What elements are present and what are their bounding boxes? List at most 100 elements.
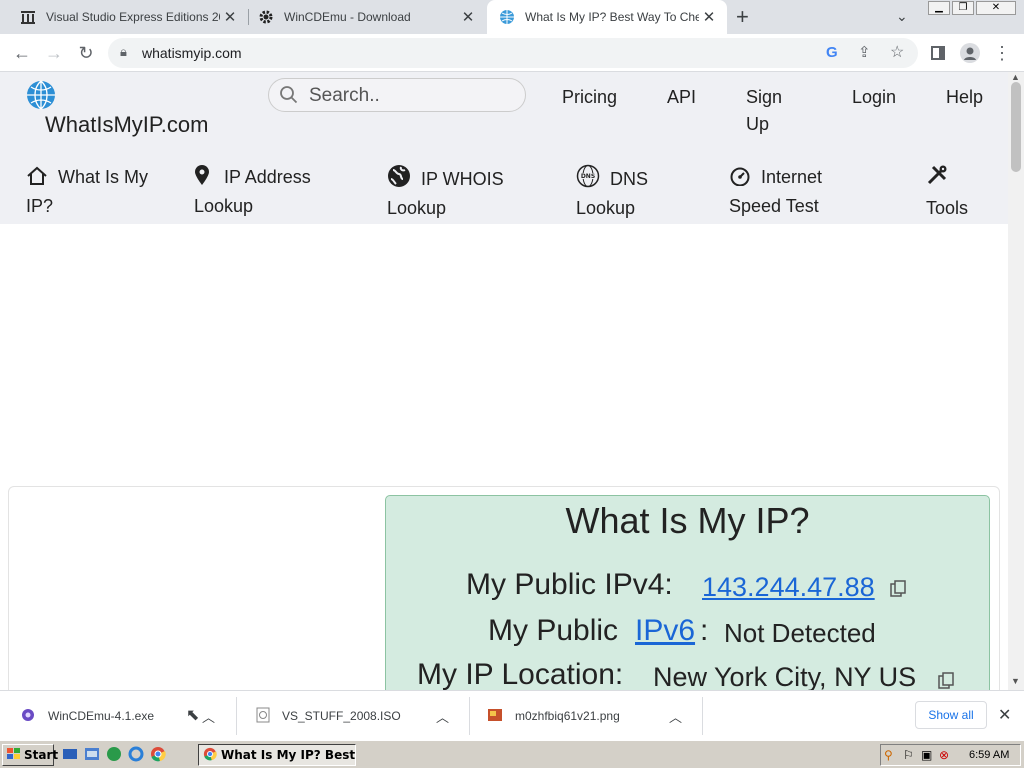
ip-heading: What Is My IP?: [565, 500, 810, 541]
back-arrow-icon[interactable]: ←: [8, 34, 36, 72]
nav-label: Tools: [926, 198, 969, 218]
clock[interactable]: 6:59 AM: [969, 749, 1009, 761]
minimize-icon[interactable]: ▁: [928, 1, 950, 15]
chrome-icon: [203, 747, 217, 764]
globe-icon: [387, 164, 411, 195]
explorer-icon[interactable]: [84, 746, 100, 767]
ipv6-label: My Public: [488, 614, 619, 647]
window-controls: ▁ ❐ ✕: [928, 1, 1018, 17]
download-bar: WinCDEmu-4.1.exe ⬉ ︿ VS_STUFF_2008.ISO ︿…: [0, 690, 1024, 740]
search-placeholder: Search..: [309, 85, 380, 106]
ip-info-box: What Is My IP? My Public IPv4: 143.244.4…: [385, 495, 990, 690]
chevron-up-icon[interactable]: ︿: [202, 707, 222, 726]
show-all-button[interactable]: Show all: [915, 701, 987, 729]
tab-visual-studio[interactable]: Visual Studio Express Editions 2008 ✕: [0, 0, 248, 34]
nav-internet-speed-test[interactable]: Internet Speed Test: [729, 164, 839, 219]
taskbar-window-chrome[interactable]: What Is My IP? Best...: [198, 744, 356, 766]
tab-title: What Is My IP? Best Way To Check: [525, 10, 699, 24]
browser-tab-strip: Visual Studio Express Editions 2008 ✕ Wi…: [0, 0, 1024, 34]
map-pin-icon: [194, 164, 210, 193]
start-label: Start: [24, 748, 59, 762]
forward-arrow-icon[interactable]: →: [40, 34, 68, 72]
media-icon[interactable]: [106, 746, 122, 767]
search-tray-icon[interactable]: ⚲: [884, 748, 893, 762]
location-value: New York City, NY US: [653, 662, 917, 690]
close-window-icon[interactable]: ✕: [976, 1, 1016, 15]
address-bar[interactable]: 🔒︎ whatismyip.com G ⇪ ☆: [108, 38, 918, 68]
location-label: My IP Location:: [417, 658, 624, 690]
close-icon[interactable]: ✕: [699, 8, 719, 26]
web-page: WhatIsMyIP.com Search.. Pricing API Sign…: [0, 72, 1008, 690]
home-icon: [26, 166, 48, 193]
nav-label: IP Address Lookup: [194, 167, 311, 216]
speedometer-icon: [729, 166, 751, 193]
tab-title: WinCDEmu - Download: [284, 10, 411, 24]
site-search-input[interactable]: Search..: [268, 78, 526, 112]
google-translate-icon[interactable]: G: [826, 44, 838, 61]
nav-pricing[interactable]: Pricing: [562, 84, 617, 111]
reload-icon[interactable]: ↻: [72, 34, 100, 72]
ipv6-link[interactable]: IPv6: [635, 614, 695, 648]
download-item[interactable]: WinCDEmu-4.1.exe ⬉ ︿: [0, 691, 234, 741]
scroll-up-arrow-icon[interactable]: ▲: [1011, 72, 1020, 82]
nav-login[interactable]: Login: [852, 84, 896, 111]
site-globe-logo-icon[interactable]: [26, 80, 56, 115]
url-text[interactable]: whatismyip.com: [142, 45, 242, 61]
ipv6-colon: :: [700, 614, 709, 647]
installer-icon: [20, 707, 36, 726]
page-scrollbar[interactable]: ▲ ▼: [1008, 72, 1024, 690]
divider: [236, 697, 237, 735]
scrollbar-thumb[interactable]: [1011, 82, 1021, 172]
tab-title: Visual Studio Express Editions 2008: [46, 10, 220, 24]
copy-icon[interactable]: [890, 580, 906, 603]
nav-tools[interactable]: Tools: [926, 164, 986, 221]
download-filename: VS_STUFF_2008.ISO: [282, 709, 401, 723]
nav-ip-address-lookup[interactable]: IP Address Lookup: [194, 164, 334, 219]
nav-what-is-my-ip[interactable]: What Is My IP?: [26, 164, 156, 219]
profile-avatar-icon[interactable]: [956, 34, 984, 72]
nav-ip-whois-lookup[interactable]: IP WHOIS Lookup: [387, 164, 517, 221]
site-header: WhatIsMyIP.com Search.. Pricing API Sign…: [0, 72, 1008, 224]
show-desktop-icon[interactable]: [62, 746, 78, 767]
scroll-down-arrow-icon[interactable]: ▼: [1011, 676, 1020, 686]
internet-explorer-icon[interactable]: [128, 746, 144, 767]
side-panel-icon[interactable]: [924, 34, 952, 72]
nav-api[interactable]: API: [667, 84, 696, 111]
nav-dns-lookup[interactable]: DNS DNS Lookup: [576, 164, 676, 221]
system-tray: ⚲ ⚐ ▣ ⊗ 6:59 AM: [880, 744, 1021, 766]
nav-sign-up[interactable]: Sign Up: [746, 84, 796, 138]
close-icon[interactable]: ✕: [458, 8, 478, 26]
close-icon[interactable]: ✕: [998, 705, 1011, 725]
start-button[interactable]: Start: [2, 744, 58, 766]
close-icon[interactable]: ✕: [220, 8, 240, 26]
chevron-up-icon[interactable]: ︿: [436, 707, 456, 726]
ipv6-value: Not Detected: [724, 618, 876, 648]
menu-kebab-icon[interactable]: ⋮: [988, 34, 1016, 72]
divider: [469, 697, 470, 735]
share-icon[interactable]: ⇪: [858, 43, 871, 61]
restore-icon[interactable]: ❐: [952, 1, 974, 15]
new-tab-button[interactable]: +: [736, 6, 749, 28]
divider: [702, 697, 703, 735]
download-filename: WinCDEmu-4.1.exe: [48, 709, 155, 723]
tools-icon: [926, 164, 976, 193]
network-icon[interactable]: ▣: [921, 748, 932, 762]
dns-globe-icon: DNS: [576, 164, 600, 195]
tab-search-chevron-icon[interactable]: ⌄: [896, 8, 908, 25]
site-logo-text[interactable]: WhatIsMyIP.com: [45, 112, 208, 138]
flag-icon[interactable]: ⚐: [903, 748, 914, 762]
disc-image-file-icon: [256, 707, 270, 726]
svg-text:DNS: DNS: [581, 173, 595, 180]
ipv4-value-link[interactable]: 143.244.47.88: [702, 572, 875, 603]
chrome-icon[interactable]: [150, 746, 166, 767]
copy-icon[interactable]: [938, 672, 954, 690]
tab-whatismyip[interactable]: What Is My IP? Best Way To Check ✕: [487, 0, 727, 34]
download-item[interactable]: m0zhfbiq61v21.png ︿: [471, 691, 701, 741]
volume-muted-icon[interactable]: ⊗: [939, 748, 949, 762]
chevron-up-icon[interactable]: ︿: [669, 707, 689, 726]
lock-icon: 🔒︎: [120, 44, 127, 59]
tab-wincdemu[interactable]: WinCDEmu - Download ✕: [250, 0, 486, 34]
bookmark-star-icon[interactable]: ☆: [890, 42, 904, 62]
nav-help[interactable]: Help: [946, 84, 983, 111]
download-item[interactable]: VS_STUFF_2008.ISO ︿: [238, 691, 468, 741]
